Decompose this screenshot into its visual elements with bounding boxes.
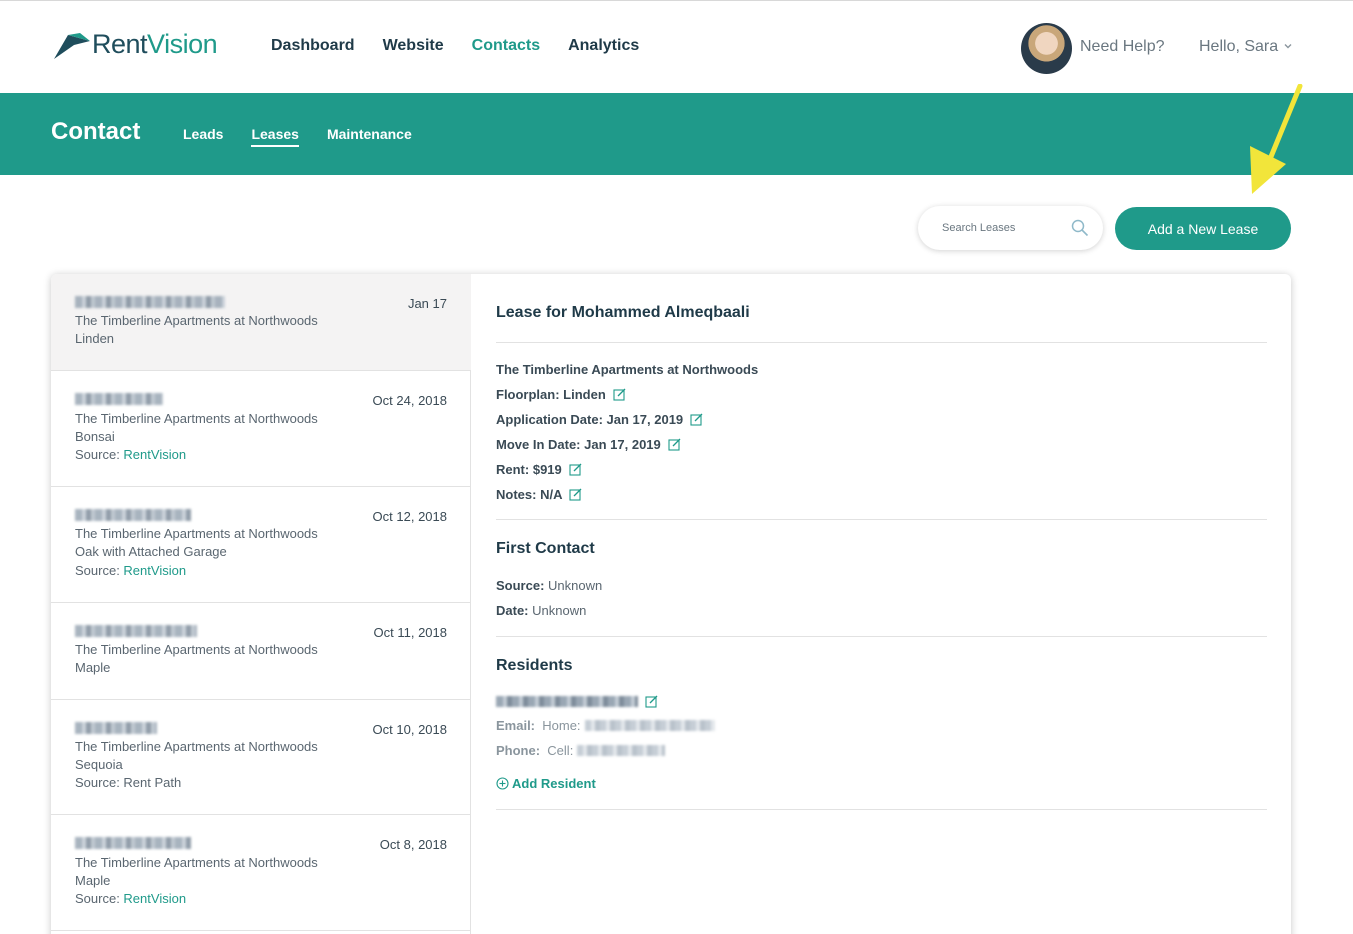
avatar[interactable]: [1021, 23, 1072, 74]
lease-floorplan: Maple: [75, 660, 111, 675]
divider: [496, 342, 1267, 343]
user-menu[interactable]: Hello, Sara: [1199, 38, 1278, 56]
lease-floorplan: Bonsai: [75, 429, 115, 444]
lease-list-item[interactable]: Oct 11, 2018 The Timberline Apartments a…: [51, 603, 471, 700]
redacted-name: [496, 696, 638, 707]
lease-property: The Timberline Apartments at Northwoods: [75, 313, 318, 328]
redacted-name: [75, 625, 197, 637]
lease-property: The Timberline Apartments at Northwoods: [75, 642, 318, 657]
lease-list-item[interactable]: Oct 12, 2018 The Timberline Apartments a…: [51, 487, 471, 603]
divider: [496, 636, 1267, 637]
lease-property: The Timberline Apartments at Northwoods: [75, 855, 318, 870]
redacted-name: [75, 393, 163, 405]
lease-property: The Timberline Apartments at Northwoods: [496, 362, 759, 377]
lease-date: Oct 12, 2018: [372, 509, 447, 524]
source-link[interactable]: RentVision: [123, 891, 186, 906]
nav-dashboard[interactable]: Dashboard: [271, 37, 355, 55]
lease-list: Jan 17 The Timberline Apartments at Nort…: [51, 274, 471, 934]
rent-row: Rent: $919: [496, 462, 582, 477]
top-navbar: RentVision Dashboard Website Contacts An…: [0, 0, 1353, 93]
resident-email-row: Email: Home:: [496, 718, 715, 733]
notes-row: Notes: N/A: [496, 487, 582, 502]
lease-date: Jan 17: [407, 296, 447, 311]
search-input[interactable]: [942, 218, 1062, 238]
page-title: Contact: [51, 118, 141, 145]
lease-source: Source: RentVision: [75, 563, 187, 578]
tab-leases[interactable]: Leases: [251, 126, 299, 147]
lease-list-item[interactable]: Oct 10, 2018 The Timberline Apartments a…: [51, 700, 471, 815]
edit-icon[interactable]: [569, 488, 582, 501]
nav-analytics[interactable]: Analytics: [568, 37, 639, 55]
divider: [496, 519, 1267, 520]
edit-icon[interactable]: [613, 388, 626, 401]
logo-mark-icon: [54, 32, 90, 59]
rentvision-logo[interactable]: RentVision: [54, 29, 218, 60]
redacted-name: [75, 296, 225, 308]
contact-tabs: Leads Leases Maintenance: [183, 126, 412, 147]
lease-floorplan: Linden: [75, 331, 115, 346]
nav-contacts[interactable]: Contacts: [472, 37, 540, 55]
lease-list-item[interactable]: Oct 8, 2018 The Timberline Apartments at…: [51, 815, 471, 931]
logo-text-vision: Vision: [147, 29, 218, 59]
lease-property: The Timberline Apartments at Northwoods: [75, 739, 318, 754]
residents-heading: Residents: [496, 657, 573, 674]
redacted-email: [584, 720, 715, 731]
add-resident-button[interactable]: Add Resident: [496, 776, 596, 791]
lease-source: Source: RentVision: [75, 891, 187, 906]
lease-date: Oct 11, 2018: [373, 625, 447, 640]
first-contact-heading: First Contact: [496, 540, 595, 557]
source-link[interactable]: RentVision: [123, 447, 186, 462]
edit-icon[interactable]: [668, 438, 681, 451]
redacted-phone: [577, 745, 666, 756]
add-resident-label: Add Resident: [512, 776, 596, 791]
lease-detail: Lease for Mohammed Almeqbaali The Timber…: [471, 274, 1291, 934]
edit-icon[interactable]: [645, 695, 658, 708]
lease-floorplan: Maple: [75, 873, 111, 888]
first-contact-date: Date: Unknown: [496, 603, 587, 618]
redacted-name: [75, 509, 191, 521]
divider: [496, 809, 1267, 810]
lease-source: Source: Rent Path: [75, 775, 182, 790]
search-leases-box: [918, 206, 1103, 250]
lease-date: Oct 10, 2018: [372, 722, 447, 737]
lease-floorplan: Sequoia: [75, 757, 123, 772]
annotation-arrow-icon: [1250, 84, 1303, 194]
contact-subheader: Contact Leads Leases Maintenance: [0, 93, 1353, 175]
search-icon[interactable]: [1071, 219, 1089, 237]
nav-website[interactable]: Website: [383, 37, 444, 55]
tab-maintenance[interactable]: Maintenance: [327, 126, 412, 147]
first-contact-source: Source: Unknown: [496, 578, 603, 593]
redacted-name: [75, 837, 191, 849]
lease-source: Source: RentVision: [75, 447, 187, 462]
chevron-down-icon[interactable]: [1283, 41, 1293, 51]
lease-title: Lease for Mohammed Almeqbaali: [496, 304, 750, 321]
source-link[interactable]: RentVision: [123, 563, 186, 578]
lease-list-item[interactable]: Oct 24, 2018 The Timberline Apartments a…: [51, 371, 471, 487]
lease-list-item[interactable]: Jan 17 The Timberline Apartments at Nort…: [51, 274, 471, 371]
lease-property: The Timberline Apartments at Northwoods: [75, 411, 318, 426]
tab-leads[interactable]: Leads: [183, 126, 223, 147]
logo-text-rent: Rent: [92, 29, 148, 59]
floorplan-row: Floorplan: Linden: [496, 387, 626, 402]
lease-date: Oct 8, 2018: [379, 837, 447, 852]
lease-date: Oct 24, 2018: [372, 393, 447, 408]
leases-panel: Jan 17 The Timberline Apartments at Nort…: [51, 274, 1291, 934]
redacted-name: [75, 722, 157, 734]
move-in-date-row: Move In Date: Jan 17, 2019: [496, 437, 681, 452]
lease-property: The Timberline Apartments at Northwoods: [75, 526, 318, 541]
application-date-row: Application Date: Jan 17, 2019: [496, 412, 703, 427]
need-help-link[interactable]: Need Help?: [1080, 38, 1165, 56]
main-nav: Dashboard Website Contacts Analytics: [271, 37, 639, 55]
edit-icon[interactable]: [690, 413, 703, 426]
resident-phone-row: Phone: Cell:: [496, 743, 666, 758]
lease-floorplan: Oak with Attached Garage: [75, 544, 227, 559]
plus-circle-icon: [496, 777, 509, 790]
add-new-lease-button[interactable]: Add a New Lease: [1115, 207, 1291, 250]
edit-icon[interactable]: [569, 463, 582, 476]
resident-name-row: [496, 695, 658, 708]
